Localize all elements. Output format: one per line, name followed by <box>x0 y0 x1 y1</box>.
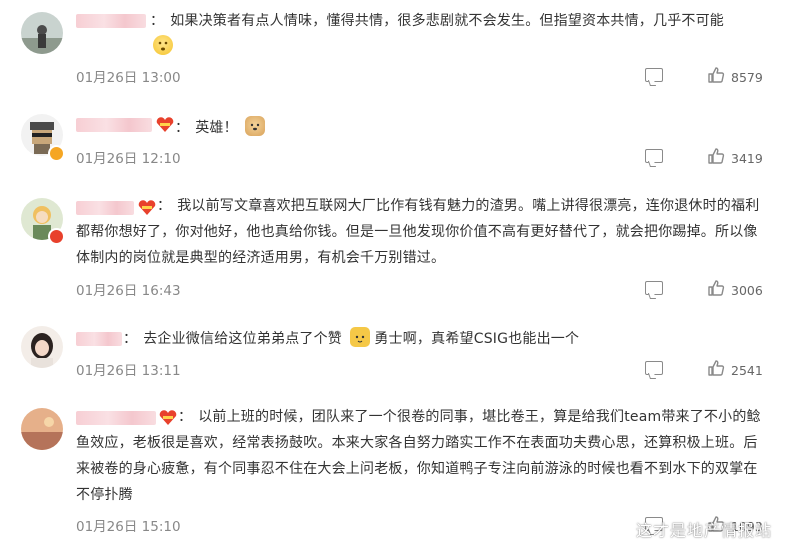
comment-text: ：以前上班的时候，团队来了一个很卷的同事，堪比卷王，算是给我们team带来了不小… <box>76 404 768 508</box>
separator: ： <box>123 331 138 347</box>
weibo-logo-icon <box>602 521 627 539</box>
watermark: 这才是地产情报站 <box>602 517 772 541</box>
like-icon[interactable] <box>707 147 725 165</box>
comment-text: ： 去企业微信给这位弟弟点了个赞 勇士啊，真希望CSIG也能出一个 <box>123 326 768 352</box>
reply-icon[interactable] <box>645 149 663 163</box>
comment-time: 01月26日 13:00 <box>76 70 181 86</box>
separator: ： <box>150 13 165 29</box>
like-count: 3419 <box>731 151 763 166</box>
like-icon[interactable] <box>707 66 725 84</box>
separator: ： <box>178 409 193 425</box>
user-name[interactable] <box>76 14 146 28</box>
comment-text: ： 英雄！ <box>175 115 768 141</box>
reply-icon[interactable] <box>645 281 663 295</box>
separator: ： <box>157 198 172 214</box>
verified-badge-icon <box>48 228 65 245</box>
vip-badge-icon <box>156 117 174 132</box>
comment-body: 我以前写文章喜欢把互联网大厂比作有钱有魅力的渣男。嘴上讲得很漂亮，连你退休时的福… <box>76 198 760 266</box>
like-icon[interactable] <box>707 359 725 377</box>
cat-emoji-icon <box>349 327 370 347</box>
avatar[interactable] <box>21 326 63 368</box>
comment-body: 如果决策者有点人情味，懂得共情，很多悲剧就不会发生。但指望资本共情，几乎不可能 <box>170 13 725 29</box>
comment-text: ： 如果决策者有点人情味，懂得共情，很多悲剧就不会发生。但指望资本共情，几乎不可能 <box>150 8 768 60</box>
like-count: 2541 <box>731 363 763 378</box>
like-icon[interactable] <box>707 279 725 297</box>
comment-time: 01月26日 16:43 <box>76 283 181 299</box>
reply-icon[interactable] <box>645 68 663 82</box>
doge-emoji-icon <box>245 116 266 136</box>
avatar[interactable] <box>21 408 63 450</box>
separator: ： <box>175 120 190 136</box>
avatar[interactable] <box>21 12 63 54</box>
watermark-text: 这才是地产情报站 <box>635 521 772 540</box>
user-name[interactable] <box>76 118 152 132</box>
comment-time: 01月26日 12:10 <box>76 151 181 167</box>
verified-badge-icon <box>48 145 65 162</box>
like-count: 8579 <box>731 70 763 85</box>
comment-body: 英雄！ <box>195 120 238 136</box>
face-emoji-icon <box>153 35 173 55</box>
comment-body-part1: 去企业微信给这位弟弟点了个赞 <box>143 331 343 347</box>
comment-text: ：我以前写文章喜欢把互联网大厂比作有钱有魅力的渣男。嘴上讲得很漂亮，连你退休时的… <box>76 193 768 271</box>
reply-icon[interactable] <box>645 361 663 375</box>
user-name[interactable] <box>76 332 122 346</box>
comment-body-part2: 勇士啊，真希望CSIG也能出一个 <box>374 331 580 347</box>
comment-time: 01月26日 15:10 <box>76 519 181 535</box>
like-count: 3006 <box>731 283 763 298</box>
comment-time: 01月26日 13:11 <box>76 363 181 379</box>
